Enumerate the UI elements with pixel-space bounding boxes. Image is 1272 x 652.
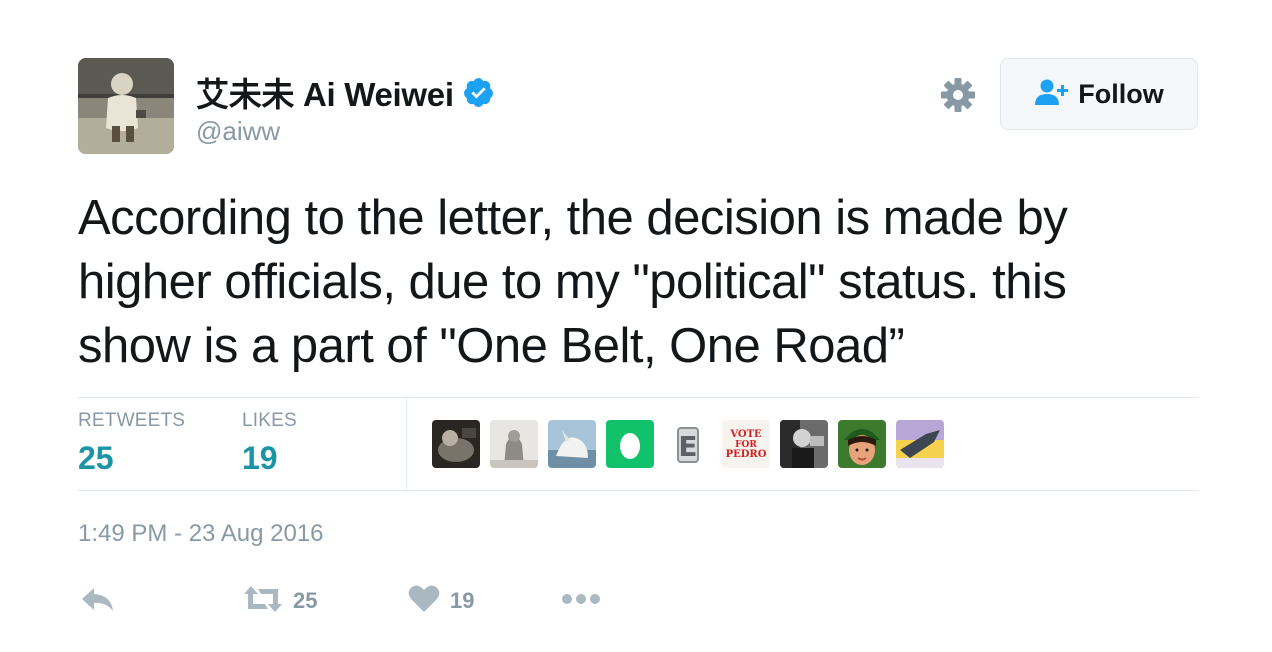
user-avatar[interactable] — [78, 58, 174, 154]
retweets-stat[interactable]: RETWEETS 25 — [78, 410, 185, 477]
avatar-photo — [78, 58, 174, 154]
vote-text-line-3: PEDRO — [726, 449, 767, 460]
follow-button[interactable]: Follow — [1000, 58, 1198, 130]
stats-top-divider — [78, 397, 1198, 398]
likes-stat[interactable]: LIKES 19 — [242, 410, 297, 477]
likes-count: 19 — [242, 440, 278, 476]
reply-button[interactable] — [80, 584, 116, 618]
stats-bottom-divider — [78, 490, 1198, 491]
tweet-text: According to the letter, the decision is… — [78, 191, 1068, 373]
retweets-label: RETWEETS — [78, 410, 186, 431]
liker-avatar[interactable] — [896, 420, 944, 468]
retweet-button[interactable]: 25 — [243, 584, 317, 618]
heart-icon — [408, 584, 440, 619]
user-name-row: 艾未未 Ai Weiwei — [196, 72, 495, 113]
tweet-timestamp[interactable]: 1:49 PM - 23 Aug 2016 — [78, 520, 324, 548]
retweet-count: 25 — [293, 588, 318, 613]
more-icon — [561, 592, 601, 611]
add-user-icon — [1034, 78, 1070, 111]
liker-avatar[interactable] — [780, 420, 828, 468]
liker-avatar[interactable] — [490, 420, 538, 468]
liker-avatar-letter: E — [678, 430, 697, 463]
like-button[interactable]: 19 — [408, 584, 474, 618]
like-count: 19 — [450, 588, 475, 613]
more-button[interactable] — [561, 584, 601, 618]
gear-icon[interactable] — [938, 75, 978, 115]
reply-icon — [80, 584, 116, 619]
liker-avatar[interactable] — [838, 420, 886, 468]
follow-button-label: Follow — [1078, 78, 1164, 109]
stats-separator — [406, 398, 407, 490]
liker-avatar[interactable] — [432, 420, 480, 468]
liker-avatar[interactable]: VOTE FOR PEDRO — [722, 420, 770, 468]
verified-badge-icon — [462, 76, 495, 109]
retweet-icon — [243, 584, 283, 619]
liker-avatar[interactable] — [606, 420, 654, 468]
likes-label: LIKES — [242, 410, 297, 431]
retweets-count: 25 — [78, 440, 114, 476]
display-name[interactable]: 艾未未 Ai Weiwei — [196, 68, 454, 116]
liker-avatars: E VOTE FOR PEDRO — [432, 420, 944, 468]
user-handle[interactable]: @aiww — [196, 116, 280, 147]
liker-avatar[interactable] — [548, 420, 596, 468]
vote-text-line-1: VOTE — [729, 429, 762, 440]
liker-avatar[interactable]: E — [664, 420, 712, 468]
